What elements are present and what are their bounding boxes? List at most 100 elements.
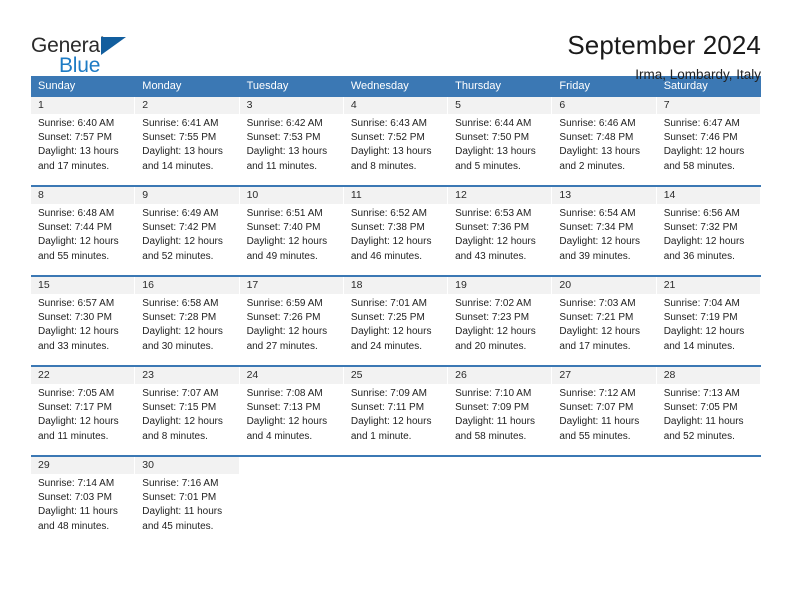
day-cell[interactable]: 30 Sunrise: 7:16 AM Sunset: 7:01 PM Dayligh… xyxy=(135,457,240,545)
week-row: 29 Sunrise: 7:14 AM Sunset: 7:03 PM Dayligh… xyxy=(31,455,761,545)
week-row: 8 Sunrise: 6:48 AM Sunset: 7:44 PM Daylight… xyxy=(31,185,761,275)
day-cell[interactable]: 27 Sunrise: 7:12 AM Sunset: 7:07 PM Dayligh… xyxy=(552,367,657,455)
day-cell[interactable]: 15 Sunrise: 6:57 AM Sunset: 7:30 PM Dayligh… xyxy=(31,277,136,365)
day-number: 15 xyxy=(31,277,135,294)
daylight-duration-line2: and 27 minutes. xyxy=(246,340,318,352)
sunset-time: Sunset: 7:15 PM xyxy=(142,402,217,414)
daylight-duration-line1: Daylight: 13 hours xyxy=(455,146,536,158)
sunset-time: Sunset: 7:34 PM xyxy=(559,222,634,234)
day-cell[interactable]: 25 Sunrise: 7:09 AM Sunset: 7:11 PM Dayligh… xyxy=(343,367,449,455)
sunrise-time: Sunrise: 7:08 AM xyxy=(246,388,323,399)
day-cell[interactable]: 10 Sunrise: 6:51 AM Sunset: 7:40 PM Dayligh… xyxy=(239,187,344,275)
day-cell[interactable]: 14 Sunrise: 6:56 AM Sunset: 7:32 PM Dayligh… xyxy=(656,187,761,275)
day-cell[interactable]: 12 Sunrise: 6:53 AM Sunset: 7:36 PM Dayligh… xyxy=(448,187,553,275)
daylight-duration-line1: Daylight: 12 hours xyxy=(246,416,328,428)
daylight-duration-line1: Daylight: 12 hours xyxy=(350,416,432,428)
day-cell[interactable]: 17 Sunrise: 6:59 AM Sunset: 7:26 PM Dayligh… xyxy=(239,277,344,365)
daylight-duration-line1: Daylight: 12 hours xyxy=(455,236,536,248)
daylight-duration-line1: Daylight: 12 hours xyxy=(350,236,432,248)
daylight-duration-line2: and 20 minutes. xyxy=(455,340,527,352)
weekday-header-monday: Monday xyxy=(142,80,182,92)
day-cell[interactable]: 29 Sunrise: 7:14 AM Sunset: 7:03 PM Dayligh… xyxy=(31,457,136,545)
sunrise-time: Sunrise: 6:47 AM xyxy=(663,118,740,129)
weekday-header-friday: Friday xyxy=(559,80,590,92)
sunrise-time: Sunrise: 6:43 AM xyxy=(350,118,427,129)
sunset-time: Sunset: 7:19 PM xyxy=(663,312,738,324)
day-details: Sunrise: 6:44 AM Sunset: 7:50 PM Daylight:… xyxy=(448,114,551,174)
day-number: 7 xyxy=(656,97,760,114)
day-details: Sunrise: 7:04 AM Sunset: 7:19 PM Daylight:… xyxy=(657,294,760,354)
day-details: Sunrise: 6:40 AM Sunset: 7:57 PM Daylight:… xyxy=(31,114,134,174)
daylight-duration-line2: and 45 minutes. xyxy=(142,520,214,532)
daylight-duration-line2: and 8 minutes. xyxy=(142,430,208,442)
day-details: Sunrise: 7:08 AM Sunset: 7:13 PM Daylight:… xyxy=(240,384,343,444)
sunrise-time: Sunrise: 6:57 AM xyxy=(38,298,115,309)
day-cell[interactable]: 7 Sunrise: 6:47 AM Sunset: 7:46 PM Daylight… xyxy=(656,97,761,185)
day-details: Sunrise: 7:02 AM Sunset: 7:23 PM Daylight:… xyxy=(448,294,551,354)
day-cell[interactable]: 22 Sunrise: 7:05 AM Sunset: 7:17 PM Dayligh… xyxy=(31,367,136,455)
day-number: 28 xyxy=(656,367,760,384)
daylight-duration-line2: and 8 minutes. xyxy=(350,160,417,172)
calendar-grid: Sunday Monday Tuesday Wednesday Thursday… xyxy=(31,76,761,545)
daylight-duration-line2: and 30 minutes. xyxy=(142,340,214,352)
day-cell[interactable]: 19 Sunrise: 7:02 AM Sunset: 7:23 PM Dayligh… xyxy=(448,277,553,365)
day-cell[interactable]: 16 Sunrise: 6:58 AM Sunset: 7:28 PM Dayligh… xyxy=(135,277,240,365)
weekday-header-row: Sunday Monday Tuesday Wednesday Thursday… xyxy=(31,76,761,97)
day-cell[interactable]: 18 Sunrise: 7:01 AM Sunset: 7:25 PM Dayligh… xyxy=(343,277,449,365)
daylight-duration-line1: Daylight: 12 hours xyxy=(142,326,223,338)
day-number: 13 xyxy=(552,187,656,204)
day-cell[interactable]: 23 Sunrise: 7:07 AM Sunset: 7:15 PM Dayligh… xyxy=(135,367,240,455)
daylight-duration-line1: Daylight: 12 hours xyxy=(559,326,641,338)
day-details: Sunrise: 7:14 AM Sunset: 7:03 PM Daylight:… xyxy=(31,474,134,534)
generalblue-logo[interactable]: General Blue xyxy=(31,28,151,76)
day-cell[interactable]: 6 Sunrise: 6:46 AM Sunset: 7:48 PM Daylight… xyxy=(552,97,657,185)
day-number: 19 xyxy=(448,277,552,294)
day-cell[interactable]: 28 Sunrise: 7:13 AM Sunset: 7:05 PM Dayligh… xyxy=(656,367,761,455)
day-number: 10 xyxy=(239,187,343,204)
sunset-time: Sunset: 7:57 PM xyxy=(38,132,112,144)
day-cell[interactable]: 20 Sunrise: 7:03 AM Sunset: 7:21 PM Dayligh… xyxy=(552,277,657,365)
sunrise-time: Sunrise: 6:42 AM xyxy=(246,118,323,129)
day-number: 2 xyxy=(135,97,239,114)
day-cell[interactable]: 9 Sunrise: 6:49 AM Sunset: 7:42 PM Daylight… xyxy=(135,187,240,275)
day-cell[interactable]: 13 Sunrise: 6:54 AM Sunset: 7:34 PM Dayligh… xyxy=(552,187,657,275)
day-number: 20 xyxy=(552,277,656,294)
sunset-time: Sunset: 7:13 PM xyxy=(246,402,321,414)
day-number: 18 xyxy=(343,277,448,294)
daylight-duration-line1: Daylight: 13 hours xyxy=(38,146,119,158)
daylight-duration-line2: and 14 minutes. xyxy=(142,160,214,172)
daylight-duration-line1: Daylight: 13 hours xyxy=(142,146,223,158)
day-cell[interactable]: 26 Sunrise: 7:10 AM Sunset: 7:09 PM Dayligh… xyxy=(448,367,553,455)
sunset-time: Sunset: 7:30 PM xyxy=(38,312,112,324)
day-cell[interactable]: 24 Sunrise: 7:08 AM Sunset: 7:13 PM Dayligh… xyxy=(239,367,344,455)
day-cell[interactable]: 21 Sunrise: 7:04 AM Sunset: 7:19 PM Dayligh… xyxy=(656,277,761,365)
daylight-duration-line2: and 39 minutes. xyxy=(559,250,631,262)
weekday-header-tuesday: Tuesday xyxy=(246,80,289,92)
sunset-time: Sunset: 7:28 PM xyxy=(142,312,217,324)
sunset-time: Sunset: 7:42 PM xyxy=(142,222,217,234)
sunrise-time: Sunrise: 7:01 AM xyxy=(350,298,427,309)
day-number: 4 xyxy=(343,97,448,114)
day-details: Sunrise: 6:52 AM Sunset: 7:38 PM Daylight:… xyxy=(344,204,447,264)
sunrise-time: Sunrise: 6:41 AM xyxy=(142,118,219,129)
day-cell[interactable]: 11 Sunrise: 6:52 AM Sunset: 7:38 PM Dayligh… xyxy=(343,187,449,275)
sunset-time: Sunset: 7:50 PM xyxy=(455,132,530,144)
day-cell[interactable]: 2 Sunrise: 6:41 AM Sunset: 7:55 PM Daylight… xyxy=(135,97,240,185)
sunset-time: Sunset: 7:26 PM xyxy=(246,312,321,324)
day-number: 29 xyxy=(31,457,135,474)
sunrise-time: Sunrise: 6:49 AM xyxy=(142,208,219,219)
week-row: 1 Sunrise: 6:40 AM Sunset: 7:57 PM Daylight… xyxy=(31,97,761,185)
day-cell[interactable]: 4 Sunrise: 6:43 AM Sunset: 7:52 PM Daylight… xyxy=(343,97,449,185)
sunset-time: Sunset: 7:03 PM xyxy=(38,492,112,504)
daylight-duration-line1: Daylight: 11 hours xyxy=(455,416,535,428)
day-cell[interactable]: 1 Sunrise: 6:40 AM Sunset: 7:57 PM Daylight… xyxy=(31,97,136,185)
page-header: General Blue September 2024 Irma, Lombar… xyxy=(31,0,761,82)
sunrise-time: Sunrise: 7:10 AM xyxy=(455,388,532,399)
day-cell[interactable]: 3 Sunrise: 6:42 AM Sunset: 7:53 PM Daylight… xyxy=(239,97,344,185)
day-cell[interactable]: 8 Sunrise: 6:48 AM Sunset: 7:44 PM Daylight… xyxy=(31,187,136,275)
weekday-header-wednesday: Wednesday xyxy=(350,80,409,92)
day-number: 8 xyxy=(31,187,135,204)
daylight-duration-line2: and 48 minutes. xyxy=(38,520,110,532)
sunset-time: Sunset: 7:40 PM xyxy=(246,222,321,234)
day-cell[interactable]: 5 Sunrise: 6:44 AM Sunset: 7:50 PM Daylight… xyxy=(448,97,553,185)
